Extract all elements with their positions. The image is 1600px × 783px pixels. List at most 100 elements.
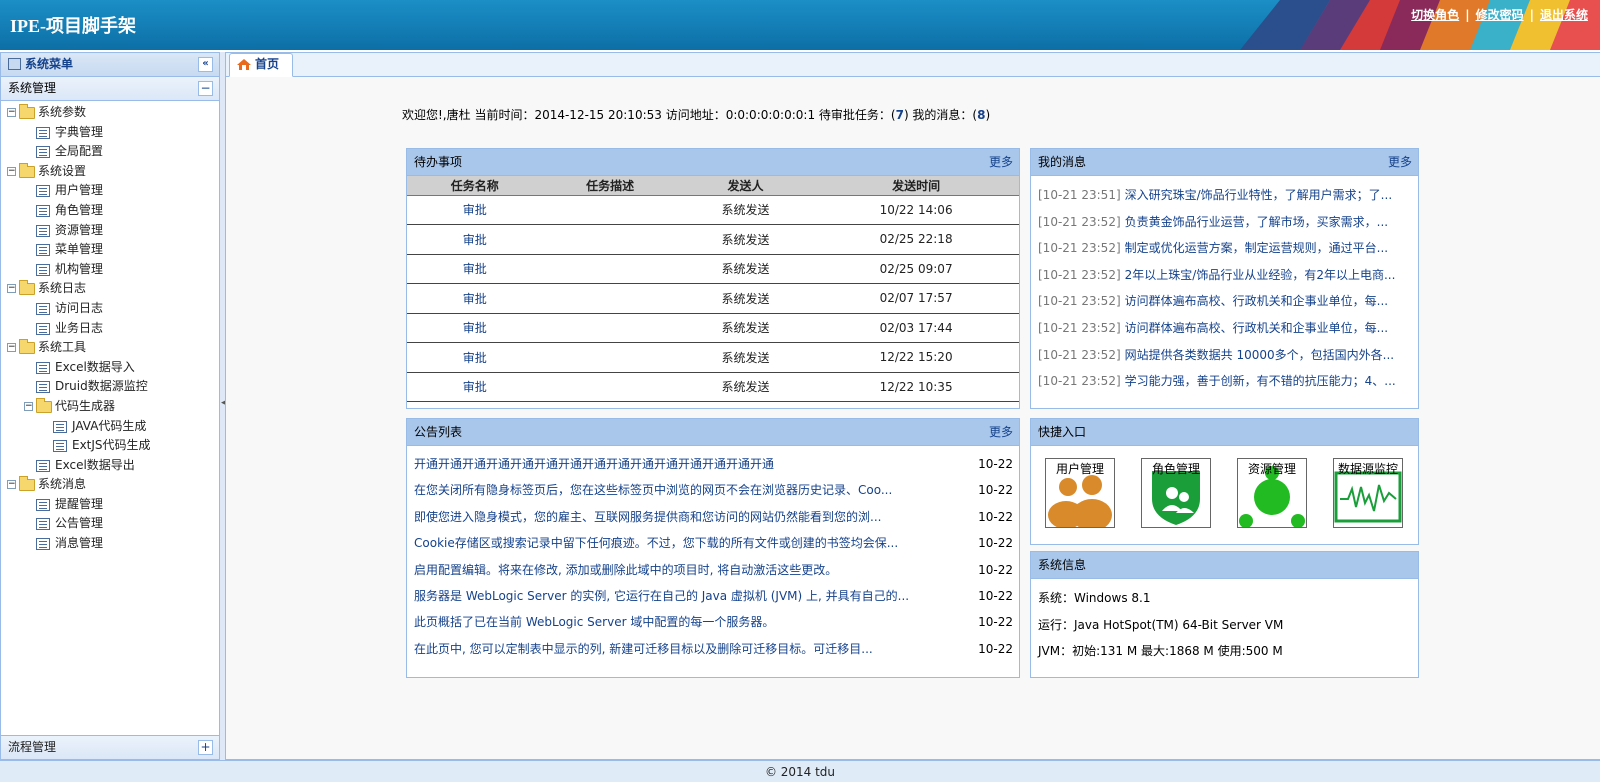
- accordion-workflow-management[interactable]: 流程管理 +: [1, 735, 219, 759]
- tree-node[interactable]: 访问日志: [1, 299, 219, 319]
- todo-more-link[interactable]: 更多: [989, 149, 1013, 176]
- accordion-system-management[interactable]: 系统管理 −: [1, 77, 219, 101]
- tree-node[interactable]: ExtJS代码生成: [1, 436, 219, 456]
- quick-role-management[interactable]: 角色管理: [1141, 458, 1211, 528]
- table-cell: 10/22 14:06: [813, 195, 1019, 225]
- list-item[interactable]: 启用配置编辑。将来在修改, 添加或删除此域中的项目时, 将自动激活这些更改。 10…: [407, 557, 1019, 583]
- list-item[interactable]: 此页概括了已在当前 WebLogic Server 域中配置的每一个服务器。 10…: [407, 609, 1019, 635]
- tree-node[interactable]: 提醒管理: [1, 495, 219, 515]
- notice-link[interactable]: 启用配置编辑。将来在修改, 添加或删除此域中的项目时, 将自动激活这些更改。: [414, 563, 837, 577]
- list-item[interactable]: 服务器是 WebLogic Server 的实例, 它运行在自己的 Java 虚…: [407, 583, 1019, 609]
- tree-node[interactable]: Excel数据导出: [1, 456, 219, 476]
- notice-link[interactable]: 此页概括了已在当前 WebLogic Server 域中配置的每一个服务器。: [414, 615, 774, 629]
- notice-link[interactable]: 服务器是 WebLogic Server 的实例, 它运行在自己的 Java 虚…: [414, 589, 909, 603]
- pending-task-count[interactable]: 7: [896, 108, 904, 122]
- table-row[interactable]: 审批 系统发送 02/07 17:57: [407, 283, 1019, 314]
- tree-expander-icon[interactable]: −: [24, 401, 33, 411]
- quick-datasource-monitor[interactable]: 数据源监控: [1333, 458, 1403, 528]
- quick-user-management[interactable]: 用户管理: [1045, 458, 1115, 528]
- logout-link[interactable]: 退出系统: [1540, 8, 1588, 22]
- tree-node[interactable]: 公告管理: [1, 514, 219, 534]
- table-row[interactable]: 审批 系统发送 12/22 15:20: [407, 342, 1019, 373]
- tree-node[interactable]: − 系统设置: [1, 162, 219, 182]
- tree-node[interactable]: − 系统工具: [1, 338, 219, 358]
- list-item[interactable]: [10-21 23:52] 制定或优化运营方案，制定运营规则，通过平台...: [1031, 235, 1418, 262]
- tree-node[interactable]: 业务日志: [1, 319, 219, 339]
- quick-resource-management[interactable]: 资源管理: [1237, 458, 1307, 528]
- notices-more-link[interactable]: 更多: [989, 419, 1013, 446]
- approve-link[interactable]: 审批: [407, 254, 543, 284]
- tree-node[interactable]: Druid数据源监控: [1, 377, 219, 397]
- list-item[interactable]: [10-21 23:52] 访问群体遍布高校、行政机关和企事业单位，每...: [1031, 288, 1418, 315]
- tree-node-label: 用户管理: [55, 183, 104, 198]
- folder-open-icon: [19, 280, 35, 296]
- list-item[interactable]: [10-21 23:52] 负责黄金饰品行业运营，了解市场，买家需求，...: [1031, 209, 1418, 236]
- tree-node[interactable]: Excel数据导入: [1, 358, 219, 378]
- list-item[interactable]: [10-21 23:52] 访问群体遍布高校、行政机关和企事业单位，每...: [1031, 315, 1418, 342]
- message-link[interactable]: 访问群体遍布高校、行政机关和企事业单位，每...: [1125, 294, 1388, 308]
- message-link[interactable]: 负责黄金饰品行业运营，了解市场，买家需求，...: [1125, 215, 1388, 229]
- quick-entry-grid: 用户管理 角色管理 资源管理 数据源监控: [1031, 446, 1418, 542]
- message-link[interactable]: 网站提供各类数据共 10000多个，包括国内外各...: [1125, 348, 1394, 362]
- list-item[interactable]: [10-21 23:51] 深入研究珠宝/饰品行业特性，了解用户需求；了...: [1031, 182, 1418, 209]
- tree-node[interactable]: 全局配置: [1, 142, 219, 162]
- list-item[interactable]: [10-21 23:52] 网站提供各类数据共 10000多个，包括国内外各...: [1031, 342, 1418, 369]
- message-link[interactable]: 访问群体遍布高校、行政机关和企事业单位，每...: [1125, 321, 1388, 335]
- approve-link[interactable]: 审批: [407, 224, 543, 255]
- message-link[interactable]: 制定或优化运营方案，制定运营规则，通过平台...: [1125, 241, 1388, 255]
- approve-link[interactable]: 审批: [407, 313, 543, 343]
- approve-link[interactable]: 审批: [407, 195, 543, 225]
- approve-link[interactable]: 审批: [407, 283, 543, 314]
- list-item[interactable]: 即使您进入隐身模式，您的雇主、互联网服务提供商和您访问的网站仍然能看到您的浏..…: [407, 504, 1019, 530]
- tree-node[interactable]: 字典管理: [1, 123, 219, 143]
- notice-link[interactable]: 在您关闭所有隐身标签页后，您在这些标签页中浏览的网页不会在浏览器历史记录、Coo…: [414, 483, 892, 497]
- tree-expander-icon[interactable]: −: [7, 108, 16, 117]
- notice-link[interactable]: Cookie存储区或搜索记录中留下任何痕迹。不过，您下载的所有文件或创建的书签均…: [414, 536, 898, 550]
- tree-expander-icon[interactable]: −: [7, 166, 16, 176]
- list-item[interactable]: [10-21 23:52] 学习能力强，善于创新，有不错的抗压能力；4、...: [1031, 368, 1418, 395]
- table-row[interactable]: 审批 系统发送 12/22 10:35: [407, 372, 1019, 402]
- tree-node[interactable]: 消息管理: [1, 534, 219, 554]
- table-row[interactable]: 审批 系统发送 02/25 22:18: [407, 224, 1019, 255]
- table-row[interactable]: 审批 系统发送 02/25 09:07: [407, 254, 1019, 284]
- notice-link[interactable]: 在此页中, 您可以定制表中显示的列, 新建可迁移目标以及删除可迁移目标。可迁移目…: [414, 642, 873, 656]
- tree-node[interactable]: 菜单管理: [1, 240, 219, 260]
- message-time: [10-21 23:52]: [1038, 241, 1121, 256]
- tree-expander-icon[interactable]: −: [7, 284, 16, 294]
- notice-link[interactable]: 即使您进入隐身模式，您的雇主、互联网服务提供商和您访问的网站仍然能看到您的浏..…: [414, 510, 881, 524]
- tree-node[interactable]: − 系统消息: [1, 475, 219, 495]
- tree-node[interactable]: − 系统参数: [1, 103, 219, 123]
- switch-role-link[interactable]: 切换角色: [1411, 8, 1459, 22]
- accordion-collapse-button[interactable]: −: [198, 81, 213, 96]
- approve-link[interactable]: 审批: [407, 372, 543, 402]
- message-link[interactable]: 深入研究珠宝/饰品行业特性，了解用户需求；了...: [1125, 188, 1393, 202]
- accordion-expand-button[interactable]: +: [198, 740, 213, 755]
- tree-node-label: Excel数据导出: [55, 457, 135, 472]
- notice-link[interactable]: 开通开通开通开通开通开通开通开通开通开通开通开通开通开通开通: [414, 457, 774, 471]
- tree-node[interactable]: − 代码生成器: [1, 397, 219, 417]
- list-item[interactable]: 在您关闭所有隐身标签页后，您在这些标签页中浏览的网页不会在浏览器历史记录、Coo…: [407, 477, 1019, 503]
- tree-node[interactable]: − 系统日志: [1, 279, 219, 299]
- tree-expander-icon[interactable]: −: [7, 480, 16, 490]
- list-item[interactable]: Cookie存储区或搜索记录中留下任何痕迹。不过，您下载的所有文件或创建的书签均…: [407, 530, 1019, 556]
- tree-node[interactable]: 用户管理: [1, 181, 219, 201]
- quick-label: 数据源监控: [1337, 462, 1398, 476]
- message-link[interactable]: 学习能力强，善于创新，有不错的抗压能力；4、...: [1125, 374, 1396, 388]
- list-item[interactable]: 开通开通开通开通开通开通开通开通开通开通开通开通开通开通开通 10-22: [407, 451, 1019, 477]
- table-row[interactable]: 审批 系统发送 02/03 17:44: [407, 313, 1019, 343]
- tree-node[interactable]: 资源管理: [1, 221, 219, 241]
- table-row[interactable]: 审批 系统发送 10/22 14:06: [407, 195, 1019, 225]
- tree-node-label: 系统工具: [38, 340, 87, 355]
- tab-home[interactable]: 首页: [229, 53, 293, 77]
- message-link[interactable]: 2年以上珠宝/饰品行业从业经验，有2年以上电商...: [1125, 268, 1396, 282]
- change-password-link[interactable]: 修改密码: [1476, 8, 1524, 22]
- list-item[interactable]: [10-21 23:52] 2年以上珠宝/饰品行业从业经验，有2年以上电商...: [1031, 262, 1418, 289]
- list-item[interactable]: 在此页中, 您可以定制表中显示的列, 新建可迁移目标以及删除可迁移目标。可迁移目…: [407, 636, 1019, 662]
- tree-expander-icon[interactable]: −: [7, 343, 16, 353]
- approve-link[interactable]: 审批: [407, 342, 543, 373]
- tree-node[interactable]: JAVA代码生成: [1, 417, 219, 437]
- tree-node[interactable]: 角色管理: [1, 201, 219, 221]
- collapse-sidebar-button[interactable]: «: [198, 57, 213, 72]
- tree-node[interactable]: 机构管理: [1, 260, 219, 280]
- messages-more-link[interactable]: 更多: [1388, 149, 1412, 176]
